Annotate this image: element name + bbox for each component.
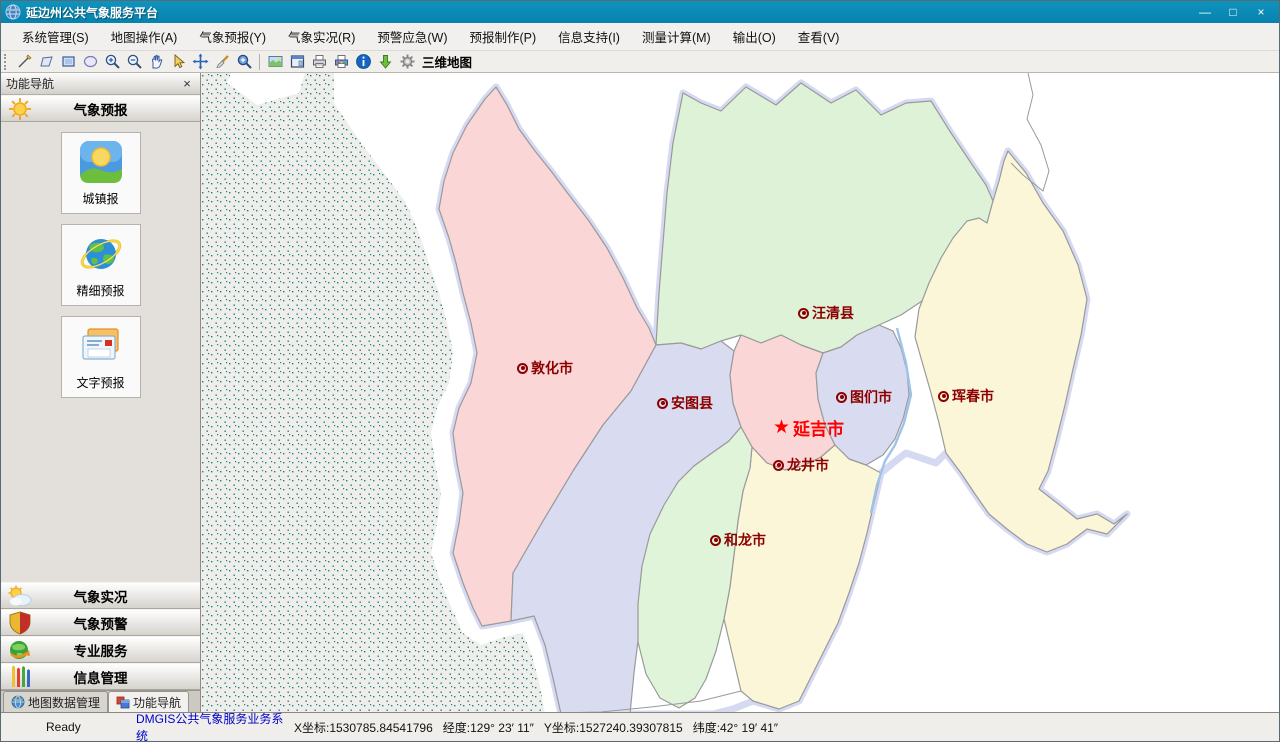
menu-view[interactable]: 查看(V) [787,23,851,50]
section-weather-forecast[interactable]: 气象预报 [1,95,200,122]
section-label: 气象实况 [33,586,168,606]
minimize-button[interactable]: — [1191,3,1219,21]
move-icon[interactable] [189,52,211,72]
print-color-icon[interactable] [330,52,352,72]
status-longitude: 经度:129° 23′ 11″ [443,719,534,736]
sun-cloud-icon [7,584,33,608]
menu-warning[interactable]: 预警应急(W) [366,23,458,50]
base-map [201,73,1279,712]
style-brush-icon[interactable] [211,52,233,72]
main-area: 功能导航 × 气象预报 城镇报 [1,73,1279,712]
text-forecast-label: 文字预报 [76,374,124,391]
section-professional-service[interactable]: 专业服务 [1,636,200,663]
nav-close-icon[interactable]: × [179,76,195,92]
town-forecast-label: 城镇报 [82,190,118,207]
text-forecast-icon [78,323,124,369]
maximize-button[interactable]: □ [1219,3,1247,21]
status-x-coord: X坐标:1530785.84541796 [294,719,433,736]
tab-function-nav[interactable]: 功能导航 [108,691,189,712]
status-system-name: DMGIS公共气象服务业务系统 [136,710,294,742]
fine-forecast-button[interactable]: 精细预报 [61,224,141,306]
draw-line-icon[interactable] [13,52,35,72]
status-latitude: 纬度:42° 19′ 41″ [693,719,778,736]
zoom-in-icon[interactable] [101,52,123,72]
toolbar: 三维地图 [1,51,1279,73]
layers-icon [116,695,130,709]
window-title: 延边州公共气象服务平台 [26,4,1191,21]
menu-system[interactable]: 系统管理(S) [11,23,100,50]
close-button[interactable]: × [1247,3,1275,21]
application-window: 延边州公共气象服务平台 — □ × 系统管理(S) 地图操作(A) 气象预报(Y… [0,0,1280,742]
menu-map-ops[interactable]: 地图操作(A) [100,23,189,50]
function-nav-panel: 功能导航 × 气象预报 城镇报 [1,73,201,712]
nav-bottom-sections: 气象实况 气象预警 专业服务 [1,582,200,690]
nav-content: 城镇报 精细预报 [1,122,200,582]
town-forecast-icon [78,139,124,185]
select-arrow-icon[interactable] [167,52,189,72]
status-ready: Ready [46,720,136,734]
section-label: 信息管理 [33,667,168,687]
menu-bar: 系统管理(S) 地图操作(A) 气象预报(Y) 气象实况(R) 预警应急(W) … [1,23,1279,51]
section-label: 气象预警 [33,613,168,633]
app-globe-icon [5,4,21,20]
fine-forecast-label: 精细预报 [76,282,124,299]
form-view-icon[interactable] [286,52,308,72]
menu-forecast[interactable]: 气象预报(Y) [188,23,277,50]
tab-label: 地图数据管理 [28,694,100,711]
menu-output[interactable]: 输出(O) [722,23,787,50]
status-bar: Ready DMGIS公共气象服务业务系统 X坐标:1530785.845417… [1,712,1279,741]
toolbar-grip[interactable] [4,54,9,70]
tab-label: 功能导航 [133,694,181,711]
pan-hand-icon[interactable] [145,52,167,72]
draw-polygon-icon[interactable] [35,52,57,72]
section-live-weather[interactable]: 气象实况 [1,582,200,609]
menu-forecast-making[interactable]: 预报制作(P) [459,23,548,50]
title-bar: 延边州公共气象服务平台 — □ × [1,1,1279,23]
download-icon[interactable] [374,52,396,72]
nav-panel-header: 功能导航 × [1,73,200,95]
pencils-icon [7,665,33,689]
fine-forecast-icon [78,231,124,277]
status-coordinates: X坐标:1530785.84541796 经度:129° 23′ 11″ Y坐标… [294,719,778,736]
section-weather-warning[interactable]: 气象预警 [1,609,200,636]
settings-gear-icon[interactable] [396,52,418,72]
globe-arrow-icon [7,638,33,662]
draw-rectangle-icon[interactable] [57,52,79,72]
text-forecast-button[interactable]: 文字预报 [61,316,141,398]
nav-panel-title: 功能导航 [6,75,179,92]
menu-measure[interactable]: 测量计算(M) [631,23,722,50]
globe-icon [11,695,25,709]
about-info-icon[interactable] [352,52,374,72]
section-info-management[interactable]: 信息管理 [1,663,200,690]
menu-live-weather[interactable]: 气象实况(R) [277,23,366,50]
panel-tab-bar: 地图数据管理 功能导航 [1,690,200,712]
zoom-full-extent-icon[interactable] [233,52,255,72]
shield-icon [7,611,33,635]
map-viewport[interactable]: 敦化市 安图县 汪清县 图们市 珲春市 ★ 延吉市 [201,73,1279,712]
map3d-button[interactable]: 三维地图 [422,52,472,71]
draw-ellipse-icon[interactable] [79,52,101,72]
sun-icon [7,97,33,121]
tab-map-data-management[interactable]: 地图数据管理 [3,691,108,712]
section-label: 专业服务 [33,640,168,660]
section-label: 气象预报 [33,99,168,119]
print-icon[interactable] [308,52,330,72]
export-image-icon[interactable] [264,52,286,72]
status-y-coord: Y坐标:1527240.39307815 [544,719,683,736]
town-forecast-button[interactable]: 城镇报 [61,132,141,214]
toolbar-separator [259,54,260,70]
menu-info-support[interactable]: 信息支持(I) [547,23,631,50]
zoom-out-icon[interactable] [123,52,145,72]
